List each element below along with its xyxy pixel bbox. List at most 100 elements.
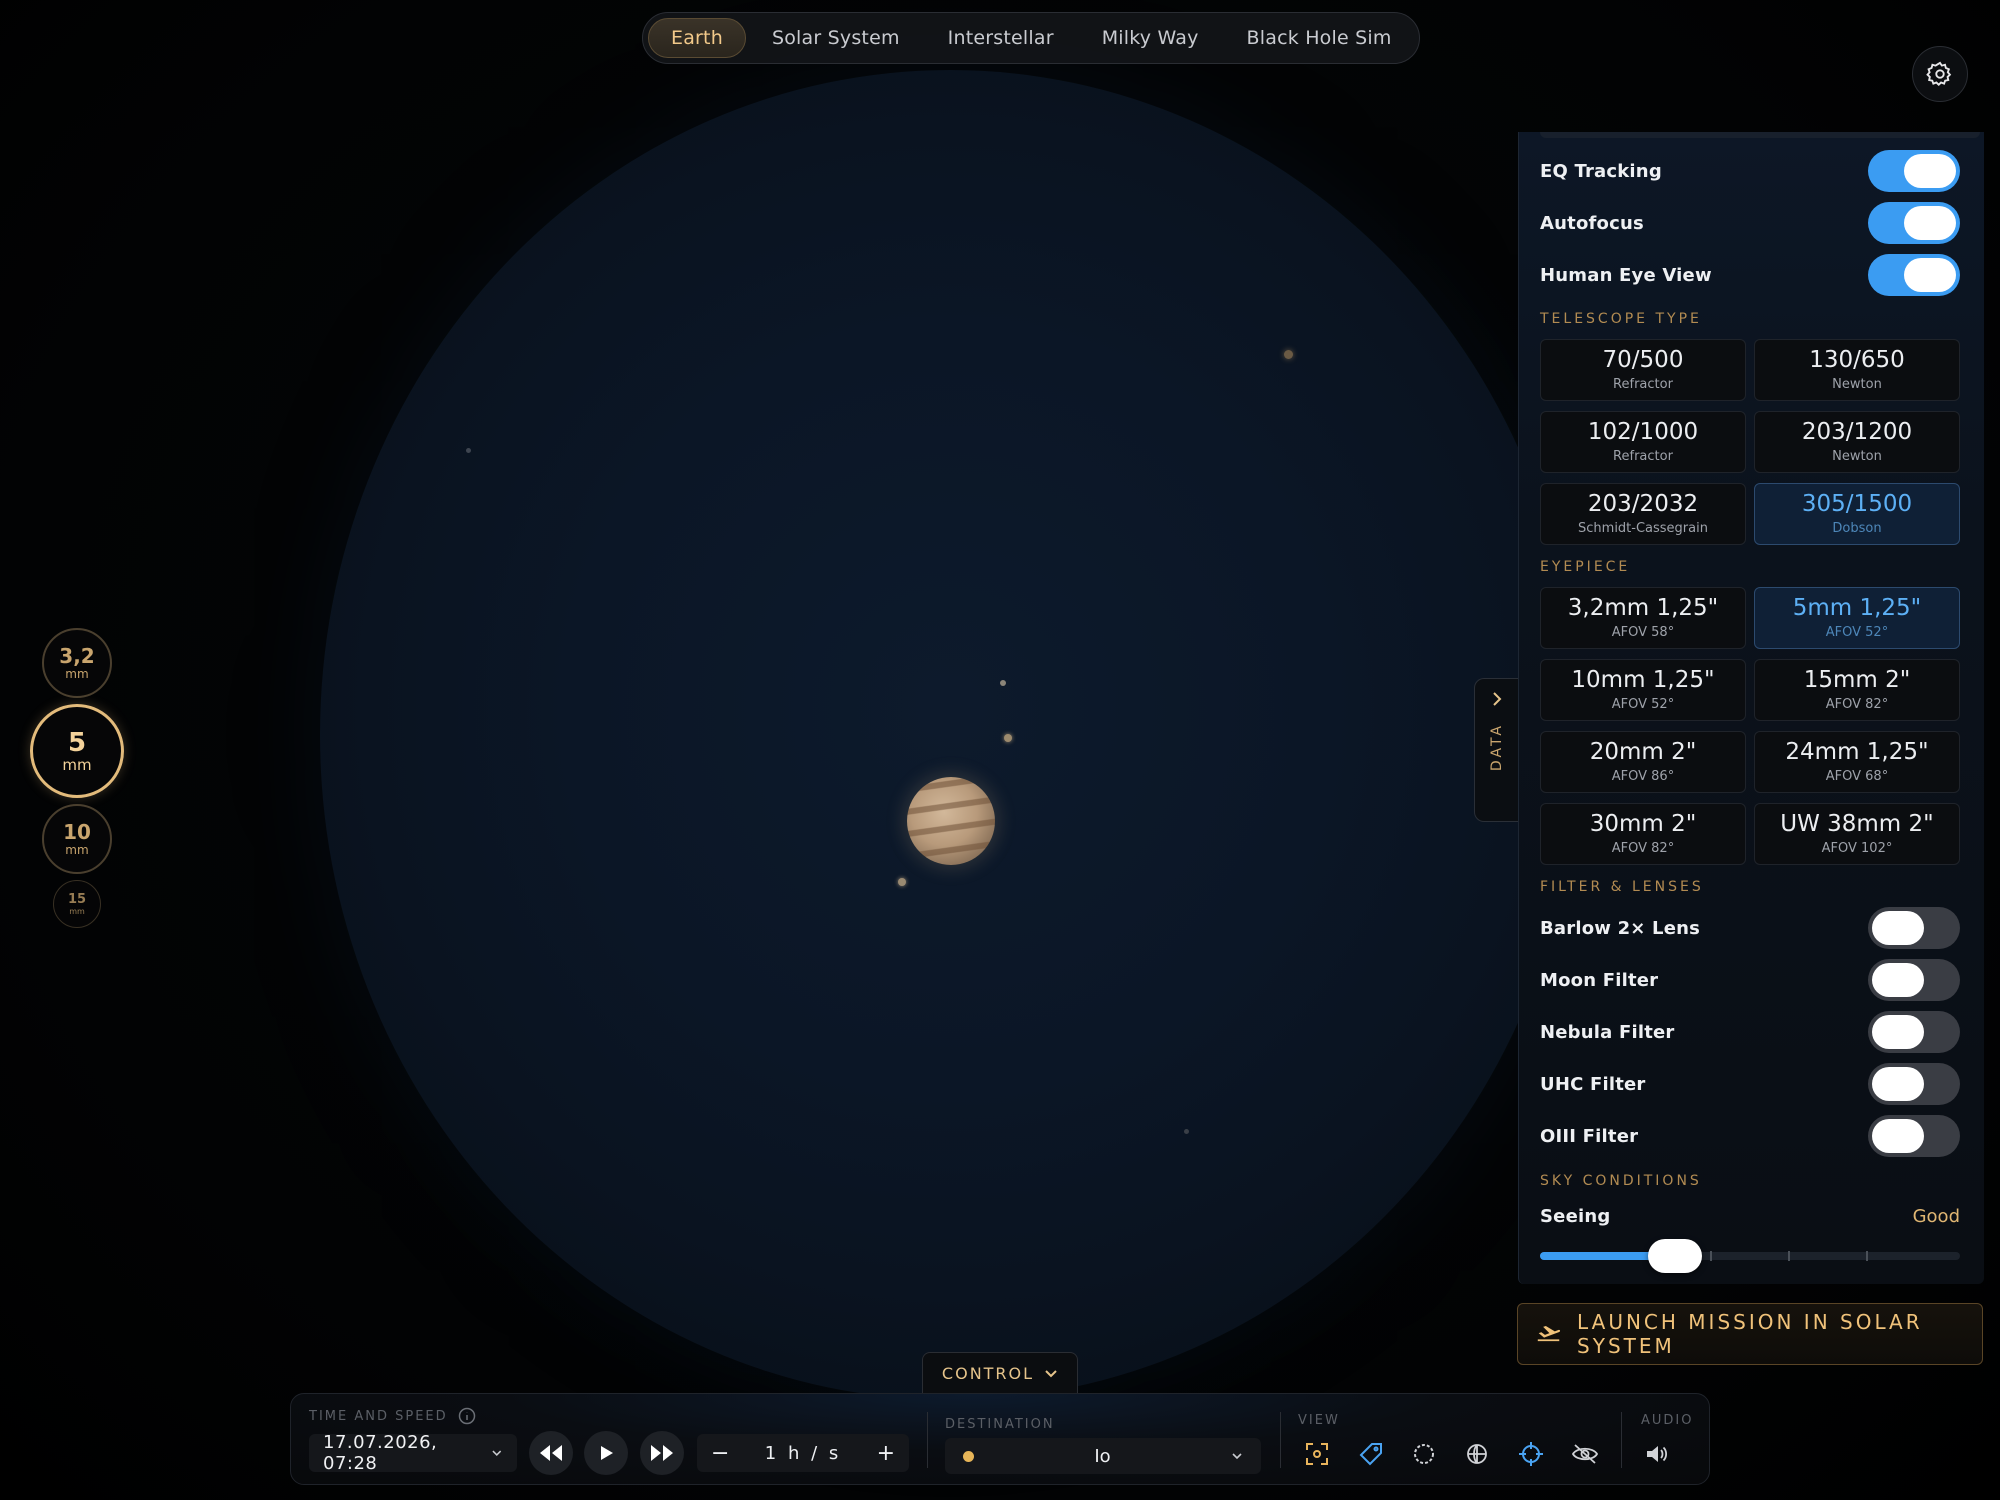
settings-button[interactable]	[1912, 46, 1968, 102]
speed-increase-button[interactable]: +	[877, 1441, 895, 1466]
option-title: 24mm 1,25"	[1785, 739, 1929, 766]
eyepiece-option[interactable]: 24mm 1,25" AFOV 68°	[1754, 731, 1960, 793]
telescope-option[interactable]: 203/1200 Newton	[1754, 411, 1960, 473]
option-subtitle: AFOV 86°	[1611, 768, 1675, 784]
chevron-right-icon	[1492, 692, 1501, 706]
tab-earth[interactable]: Earth	[648, 18, 746, 58]
star	[1284, 350, 1293, 359]
audio-button[interactable]	[1637, 1434, 1677, 1474]
option-subtitle: Schmidt-Cassegrain	[1578, 520, 1708, 536]
zoom-15mm[interactable]: 15 mm	[53, 880, 101, 928]
moon-europa[interactable]	[1004, 734, 1012, 742]
control-toggle-button[interactable]: CONTROL	[922, 1352, 1078, 1394]
option-subtitle: AFOV 58°	[1611, 624, 1675, 640]
eq-tracking-toggle[interactable]	[1868, 150, 1960, 192]
speaker-icon	[1647, 1446, 1668, 1462]
zoom-10mm[interactable]: 10 mm	[42, 804, 112, 874]
oiii-filter-toggle[interactable]	[1868, 1115, 1960, 1157]
eyepiece-option[interactable]: UW 38mm 2" AFOV 102°	[1754, 803, 1960, 865]
destination-dot-icon	[963, 1450, 974, 1462]
zoom-unit: mm	[62, 755, 92, 774]
divider	[927, 1412, 928, 1468]
telescope-option[interactable]: 130/650 Newton	[1754, 339, 1960, 401]
eyepiece-option[interactable]: 3,2mm 1,25" AFOV 58°	[1540, 587, 1746, 649]
speed-decrease-button[interactable]: −	[711, 1441, 729, 1466]
option-subtitle: AFOV 82°	[1611, 840, 1675, 856]
fast-forward-icon	[651, 1445, 673, 1461]
telescope-option[interactable]: 70/500 Refractor	[1540, 339, 1746, 401]
play-button[interactable]	[584, 1431, 628, 1475]
oiii-filter-label: OIII Filter	[1540, 1125, 1639, 1147]
option-title: 10mm 1,25"	[1571, 667, 1715, 694]
tab-solar-system[interactable]: Solar System	[750, 18, 922, 58]
seeing-tick	[1866, 1251, 1868, 1261]
telescope-option[interactable]: 102/1000 Refractor	[1540, 411, 1746, 473]
autofocus-row: Autofocus	[1540, 201, 1960, 245]
option-subtitle: AFOV 52°	[1611, 696, 1675, 712]
rewind-button[interactable]	[529, 1431, 573, 1475]
crosshair-icon	[1519, 1442, 1543, 1466]
seeing-value: Good	[1912, 1205, 1960, 1227]
zoom-unit: mm	[69, 906, 85, 916]
focus-frame-button[interactable]	[1297, 1434, 1337, 1474]
eyepiece-option[interactable]: 30mm 2" AFOV 82°	[1540, 803, 1746, 865]
tab-milky-way[interactable]: Milky Way	[1080, 18, 1221, 58]
zoom-value: 5	[67, 727, 87, 758]
sky-conditions-heading: SKY CONDITIONS	[1540, 1173, 1702, 1189]
option-title: 203/2032	[1587, 491, 1699, 518]
target-button[interactable]	[1511, 1434, 1551, 1474]
option-subtitle: Refractor	[1613, 448, 1673, 464]
info-icon[interactable]	[458, 1407, 476, 1425]
eyepiece-option[interactable]: 10mm 1,25" AFOV 52°	[1540, 659, 1746, 721]
destination-caption: DESTINATION	[945, 1417, 1055, 1432]
moon-filter-toggle[interactable]	[1868, 959, 1960, 1001]
chevron-down-icon	[1232, 1453, 1242, 1460]
gear-icon	[1926, 61, 1952, 87]
eyepiece-option-selected[interactable]: 5mm 1,25" AFOV 52°	[1754, 587, 1960, 649]
zoom-5mm[interactable]: 5 mm	[30, 704, 124, 798]
seeing-slider-handle[interactable]	[1647, 1239, 1702, 1273]
nebula-filter-toggle[interactable]	[1868, 1011, 1960, 1053]
tab-black-hole-sim[interactable]: Black Hole Sim	[1225, 18, 1414, 58]
moon-filter-label: Moon Filter	[1540, 969, 1659, 991]
seeing-label: Seeing	[1540, 1205, 1611, 1227]
autofocus-label: Autofocus	[1540, 212, 1644, 234]
uhc-filter-toggle[interactable]	[1868, 1063, 1960, 1105]
grid-button[interactable]	[1457, 1434, 1497, 1474]
scene-tabs: Earth Solar System Interstellar Milky Wa…	[642, 12, 1420, 64]
option-title: 15mm 2"	[1803, 667, 1911, 694]
telescope-option-selected[interactable]: 305/1500 Dobson	[1754, 483, 1960, 545]
moon-io[interactable]	[1000, 680, 1006, 686]
orbits-button[interactable]	[1404, 1434, 1444, 1474]
autofocus-toggle[interactable]	[1868, 202, 1960, 244]
hide-ui-button[interactable]	[1565, 1434, 1605, 1474]
audio-caption: AUDIO	[1641, 1413, 1694, 1428]
launch-mission-label: LAUNCH MISSION IN SOLAR SYSTEM	[1577, 1310, 1923, 1358]
human-eye-view-toggle[interactable]	[1868, 254, 1960, 296]
eyepiece-option[interactable]: 15mm 2" AFOV 82°	[1754, 659, 1960, 721]
launch-mission-button[interactable]: LAUNCH MISSION IN SOLAR SYSTEM	[1517, 1303, 1983, 1365]
data-panel-toggle[interactable]: DATA	[1474, 678, 1518, 822]
panel-scroll-edge	[1540, 132, 1980, 138]
eyepiece-option[interactable]: 20mm 2" AFOV 86°	[1540, 731, 1746, 793]
zoom-unit: mm	[65, 843, 89, 857]
focus-frame-icon	[1306, 1443, 1328, 1465]
labels-button[interactable]	[1351, 1434, 1391, 1474]
speed-stepper: − 1 h / s +	[697, 1434, 909, 1472]
zoom-3-2mm[interactable]: 3,2 mm	[42, 628, 112, 698]
eye-off-icon	[1571, 1444, 1599, 1464]
telescope-option[interactable]: 203/2032 Schmidt-Cassegrain	[1540, 483, 1746, 545]
eyepiece-field-of-view	[320, 70, 1580, 1400]
time-speed-caption: TIME AND SPEED	[309, 1407, 476, 1425]
option-title: 130/650	[1809, 347, 1905, 374]
human-eye-view-label: Human Eye View	[1540, 264, 1712, 286]
seeing-row: Seeing Good	[1540, 1195, 1960, 1237]
moon-ganymede[interactable]	[898, 878, 906, 886]
seeing-tick	[1710, 1251, 1712, 1261]
tab-interstellar[interactable]: Interstellar	[926, 18, 1076, 58]
destination-select[interactable]: Io	[945, 1438, 1261, 1474]
datetime-picker[interactable]: 17.07.2026, 07:28	[309, 1432, 517, 1474]
barlow-lens-toggle[interactable]	[1868, 907, 1960, 949]
fast-forward-button[interactable]	[640, 1431, 684, 1475]
jupiter-planet[interactable]	[907, 777, 995, 865]
